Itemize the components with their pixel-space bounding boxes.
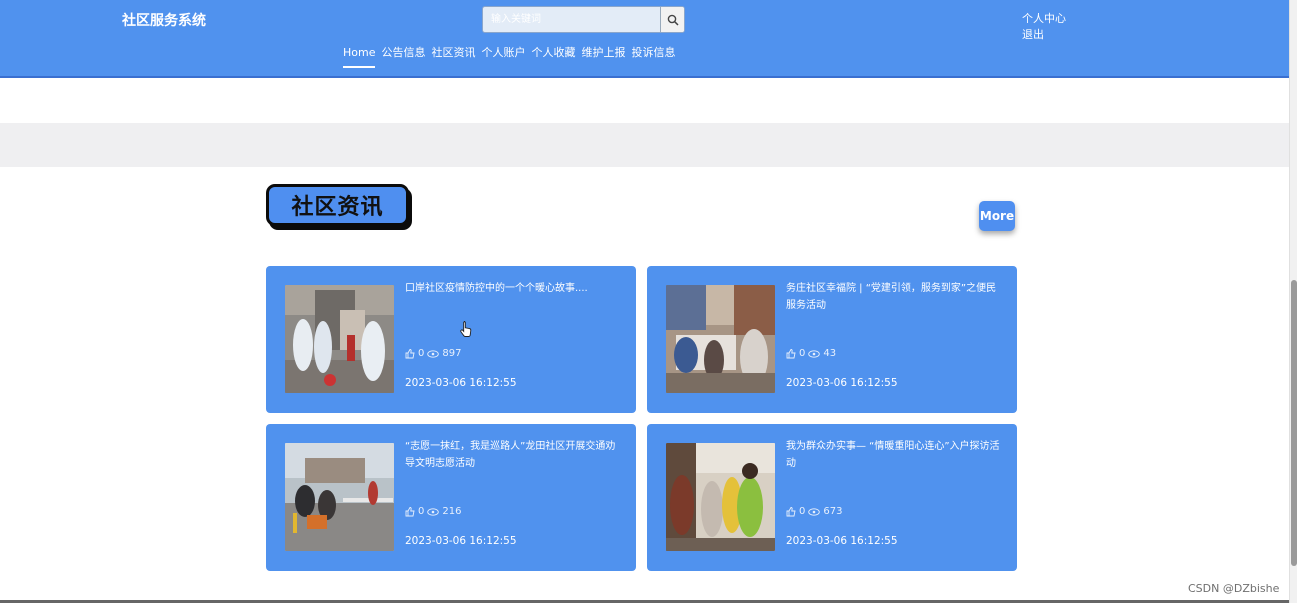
news-date: 2023-03-06 16:12:55 xyxy=(786,535,898,547)
view-count: 216 xyxy=(442,506,462,517)
like-count: 0 xyxy=(799,506,806,517)
site-title[interactable]: 社区服务系统 xyxy=(122,10,206,30)
eye-icon xyxy=(808,349,821,358)
more-button[interactable]: More xyxy=(979,201,1015,231)
main-nav: Home 公告信息 社区资讯 个人账户 个人收藏 维护上报 投诉信息 xyxy=(343,45,675,68)
nav-community-news[interactable]: 社区资讯 xyxy=(431,45,475,61)
nav-complaints[interactable]: 投诉信息 xyxy=(631,45,675,61)
thumbs-up-icon[interactable] xyxy=(405,506,415,517)
thumbs-up-icon[interactable] xyxy=(405,348,415,359)
vertical-scrollbar[interactable] xyxy=(1289,0,1297,603)
nav-home[interactable]: Home xyxy=(343,45,376,68)
view-count: 43 xyxy=(823,348,837,359)
section-title-label: 社区资讯 xyxy=(266,184,409,226)
user-links: 个人中心 退出 xyxy=(1022,11,1066,43)
thumbs-up-icon[interactable] xyxy=(786,506,796,517)
eye-icon xyxy=(808,507,821,516)
news-thumbnail[interactable] xyxy=(285,285,394,393)
banner-strip xyxy=(0,123,1289,167)
like-count: 0 xyxy=(418,348,425,359)
like-count: 0 xyxy=(799,348,806,359)
section-title: 社区资讯 xyxy=(266,184,412,230)
personal-center-link[interactable]: 个人中心 xyxy=(1022,11,1066,27)
news-card[interactable]: 口岸社区疫情防控中的一个个暖心故事.... 0 897 2023-03-06 1… xyxy=(266,266,636,413)
news-title[interactable]: 口岸社区疫情防控中的一个个暖心故事.... xyxy=(405,280,620,297)
news-thumbnail[interactable] xyxy=(666,285,775,393)
news-title[interactable]: “志愿一抹红，我是巡路人”龙田社区开展交通劝导文明志愿活动 xyxy=(405,438,620,472)
logout-link[interactable]: 退出 xyxy=(1022,27,1066,43)
thumbs-up-icon[interactable] xyxy=(786,348,796,359)
news-card[interactable]: “志愿一抹红，我是巡路人”龙田社区开展交通劝导文明志愿活动 0 216 2023… xyxy=(266,424,636,571)
news-thumbnail[interactable] xyxy=(285,443,394,551)
news-card[interactable]: 务庄社区幸福院 | “党建引领，服务到家”之便民服务活动 0 43 2023-0… xyxy=(647,266,1017,413)
view-count: 897 xyxy=(442,348,462,359)
nav-favorites[interactable]: 个人收藏 xyxy=(531,45,575,61)
news-title[interactable]: 我为群众办实事— “情暖重阳心连心”入户探访活动 xyxy=(786,438,1001,472)
nav-maintenance-report[interactable]: 维护上报 xyxy=(581,45,625,61)
news-date: 2023-03-06 16:12:55 xyxy=(786,377,898,389)
search-box xyxy=(482,6,685,33)
eye-icon xyxy=(427,349,440,358)
news-stats: 0 43 xyxy=(786,348,836,359)
news-date: 2023-03-06 16:12:55 xyxy=(405,377,517,389)
news-stats: 0 897 xyxy=(405,348,461,359)
like-count: 0 xyxy=(418,506,425,517)
search-button[interactable] xyxy=(660,7,684,32)
search-input[interactable] xyxy=(483,7,660,32)
eye-icon xyxy=(427,507,440,516)
news-stats: 0 673 xyxy=(786,506,842,517)
nav-personal-account[interactable]: 个人账户 xyxy=(481,45,525,61)
news-date: 2023-03-06 16:12:55 xyxy=(405,535,517,547)
top-header: 社区服务系统 Home 公告信息 社区资讯 个人账户 个人收藏 维护上报 投诉信… xyxy=(0,0,1289,78)
watermark: CSDN @DZbishe xyxy=(1188,582,1280,595)
view-count: 673 xyxy=(823,506,843,517)
news-card[interactable]: 我为群众办实事— “情暖重阳心连心”入户探访活动 0 673 2023-03-0… xyxy=(647,424,1017,571)
news-stats: 0 216 xyxy=(405,506,461,517)
scrollbar-thumb[interactable] xyxy=(1291,280,1297,566)
pointer-cursor-icon xyxy=(460,321,472,337)
news-thumbnail[interactable] xyxy=(666,443,775,551)
search-icon xyxy=(667,14,679,26)
nav-announcements[interactable]: 公告信息 xyxy=(381,45,425,61)
news-title[interactable]: 务庄社区幸福院 | “党建引领，服务到家”之便民服务活动 xyxy=(786,280,1001,314)
